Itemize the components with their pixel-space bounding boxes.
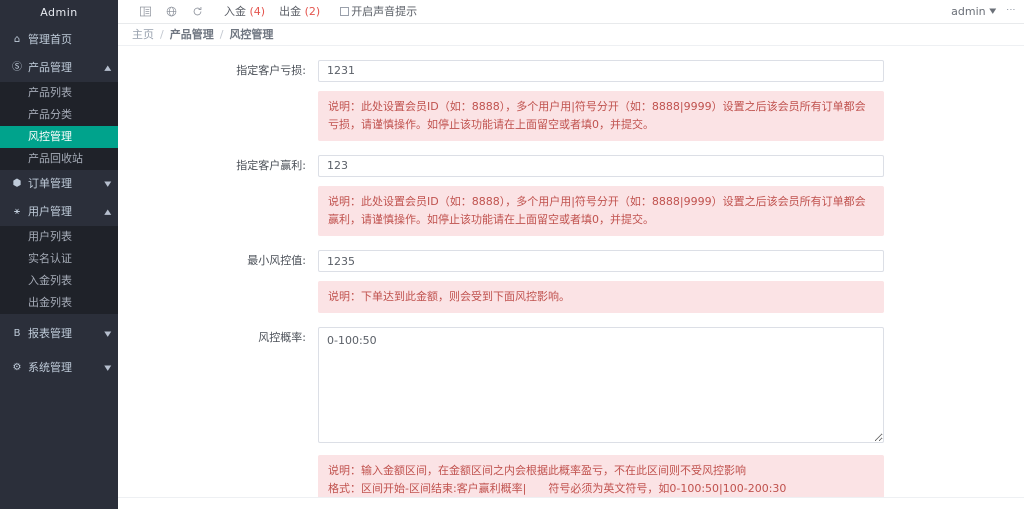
chevron-down-icon: ▼ — [103, 180, 111, 188]
breadcrumb: 主页 / 产品管理 / 风控管理 — [118, 23, 1024, 46]
control-risk-probability: 说明：输入金额区间，在金额区间之内会根据此概率盈亏，不在此区间则不受风控影响 格… — [318, 327, 884, 509]
alert-text-line1: 说明：输入金额区间，在金额区间之内会根据此概率盈亏，不在此区间则不受风控影响 — [328, 464, 746, 478]
gear-icon: ⚙ — [12, 362, 22, 373]
sidebar-subitem-risk-control[interactable]: 风控管理 — [0, 126, 118, 148]
more-options-icon[interactable]: ⋮ — [1005, 5, 1015, 17]
withdraw-label: 出金 — [279, 5, 302, 19]
chevron-down-icon: ▼ — [103, 330, 111, 338]
alert-text: 说明：下单达到此金额，则会受到下面风控影响。 — [328, 290, 570, 304]
control-min-risk-value: 说明：下单达到此金额，则会受到下面风控影响。 — [318, 250, 884, 327]
label-customer-loss: 指定客户亏损: — [236, 63, 306, 77]
risk-control-form: 指定客户亏损: 说明：此处设置会员ID（如：8888），多个用户用|符号分开（如… — [118, 45, 1024, 509]
withdraw-link[interactable]: 出金 (2) — [279, 3, 320, 19]
sidebar-item-label: 系统管理 — [28, 361, 72, 374]
breadcrumb-home[interactable]: 主页 — [132, 26, 154, 42]
box-icon: ⬢ — [12, 178, 22, 189]
customer-profit-input[interactable] — [318, 154, 884, 177]
sound-alert-label: 开启声音提示 — [351, 5, 418, 19]
sound-alert-checkbox[interactable]: 开启声音提示 — [340, 3, 417, 19]
sidebar-subitem-realname-auth[interactable]: 实名认证 — [0, 248, 118, 270]
deposit-label: 入金 — [224, 5, 246, 19]
deposit-count: (4) — [249, 5, 266, 19]
sidebar-subitem-product-category[interactable]: 产品分类 — [0, 104, 118, 126]
user-name: admin — [951, 4, 986, 18]
sidebar-subitem-withdraw-list[interactable]: 出金列表 — [0, 292, 118, 314]
withdraw-count: (2) — [304, 5, 321, 19]
submenu-product: 产品列表 产品分类 风控管理 产品回收站 — [0, 82, 118, 170]
alert-text-line2: 格式：区间开始-区间结束:客户赢利概率| 符号必须为英文符号，如0-100:50… — [328, 482, 787, 496]
sidebar-item-dashboard[interactable]: ⌂ 管理首页 — [0, 26, 118, 54]
label-customer-profit: 指定客户赢利: — [236, 158, 306, 172]
sidebar-subitem-deposit-list[interactable]: 入金列表 — [0, 270, 118, 292]
alert-customer-loss: 说明：此处设置会员ID（如：8888），多个用户用|符号分开（如：8888|99… — [318, 90, 884, 141]
chevron-up-icon: ▲ — [103, 208, 111, 216]
sidebar-item-order[interactable]: ⬢ 订单管理 ▼ — [0, 170, 118, 198]
sidebar-item-label: 产品管理 — [28, 61, 72, 74]
footer-divider — [118, 497, 1024, 509]
app-root: Admin ⌂ 管理首页 Ⓢ 产品管理 ▲ 产品列表 产品分类 风控管理 产品回… — [0, 0, 1024, 509]
sidebar-menu: ⌂ 管理首页 Ⓢ 产品管理 ▲ 产品列表 产品分类 风控管理 产品回收站 ⬢ 订… — [0, 26, 118, 382]
sidebar-toggle-icon[interactable] — [132, 5, 158, 17]
sidebar-subitem-product-recycle[interactable]: 产品回收站 — [0, 148, 118, 170]
dollar-circle-icon: Ⓢ — [12, 62, 22, 73]
user-icon: ⚹ — [14, 206, 20, 217]
chevron-up-icon: ▲ — [103, 64, 111, 72]
sidebar-item-label: 报表管理 — [28, 327, 72, 340]
chevron-down-icon: ▼ — [988, 7, 996, 16]
sidebar-item-label: 订单管理 — [28, 177, 72, 190]
brand-title: Admin — [40, 6, 78, 19]
alert-text: 说明：此处设置会员ID（如：8888），多个用户用|符号分开（如：8888|99… — [328, 99, 866, 131]
alert-min-risk-value: 说明：下单达到此金额，则会受到下面风控影响。 — [318, 281, 884, 314]
label-risk-probability: 风控概率: — [258, 331, 306, 345]
main-area: 入金 (4) 出金 (2) 开启声音提示 admin ▼ ⋮ 主页 / 产品管理… — [118, 0, 1024, 509]
chevron-down-icon: ▼ — [103, 364, 111, 372]
sidebar-item-user[interactable]: ⚹ 用户管理 ▲ — [0, 198, 118, 226]
sidebar-subitem-user-list[interactable]: 用户列表 — [0, 226, 118, 248]
field-row-customer-profit: 指定客户赢利: 说明：此处设置会员ID（如：8888），多个用户用|符号分开（如… — [118, 154, 1024, 250]
field-row-min-risk-value: 最小风控值: 说明：下单达到此金额，则会受到下面风控影响。 — [118, 250, 1024, 327]
breadcrumb-level1[interactable]: 产品管理 — [170, 26, 214, 42]
sidebar-item-report[interactable]: B 报表管理 ▼ — [0, 320, 118, 348]
deposit-link[interactable]: 入金 (4) — [224, 3, 265, 19]
sidebar-subitem-product-list[interactable]: 产品列表 — [0, 82, 118, 104]
toolbar: 入金 (4) 出金 (2) 开启声音提示 admin ▼ ⋮ — [118, 0, 1024, 24]
label-min-risk-value: 最小风控值: — [247, 254, 306, 268]
checkbox-box-icon — [340, 6, 350, 16]
alert-customer-profit: 说明：此处设置会员ID（如：8888），多个用户用|符号分开（如：8888|99… — [318, 185, 884, 237]
customer-loss-input[interactable] — [318, 59, 884, 82]
home-icon: ⌂ — [13, 34, 21, 45]
report-icon: B — [13, 328, 21, 339]
field-row-risk-probability: 风控概率: 说明：输入金额区间，在金额区间之内会根据此概率盈亏，不在此区间则不受… — [118, 327, 1024, 509]
refresh-icon[interactable] — [184, 5, 210, 17]
risk-probability-textarea[interactable] — [318, 327, 884, 444]
control-customer-loss: 说明：此处设置会员ID（如：8888），多个用户用|符号分开（如：8888|99… — [318, 59, 884, 155]
sidebar-item-product[interactable]: Ⓢ 产品管理 ▲ — [0, 54, 118, 82]
breadcrumb-level2: 风控管理 — [229, 28, 274, 42]
sidebar-item-label: 管理首页 — [28, 33, 72, 46]
breadcrumb-separator: / — [219, 27, 224, 41]
user-menu[interactable]: admin ▼ — [951, 4, 996, 18]
field-row-customer-loss: 指定客户亏损: 说明：此处设置会员ID（如：8888），多个用户用|符号分开（如… — [118, 59, 1024, 155]
breadcrumb-separator: / — [160, 27, 164, 41]
submenu-user: 用户列表 实名认证 入金列表 出金列表 — [0, 226, 118, 314]
sidebar: Admin ⌂ 管理首页 Ⓢ 产品管理 ▲ 产品列表 产品分类 风控管理 产品回… — [0, 0, 118, 509]
control-customer-profit: 说明：此处设置会员ID（如：8888），多个用户用|符号分开（如：8888|99… — [318, 154, 884, 250]
min-risk-value-input[interactable] — [318, 250, 884, 273]
alert-text: 说明：此处设置会员ID（如：8888），多个用户用|符号分开（如：8888|99… — [328, 194, 866, 226]
globe-icon[interactable] — [158, 5, 184, 17]
sidebar-item-label: 用户管理 — [28, 205, 72, 218]
sidebar-item-system[interactable]: ⚙ 系统管理 ▼ — [0, 354, 118, 382]
